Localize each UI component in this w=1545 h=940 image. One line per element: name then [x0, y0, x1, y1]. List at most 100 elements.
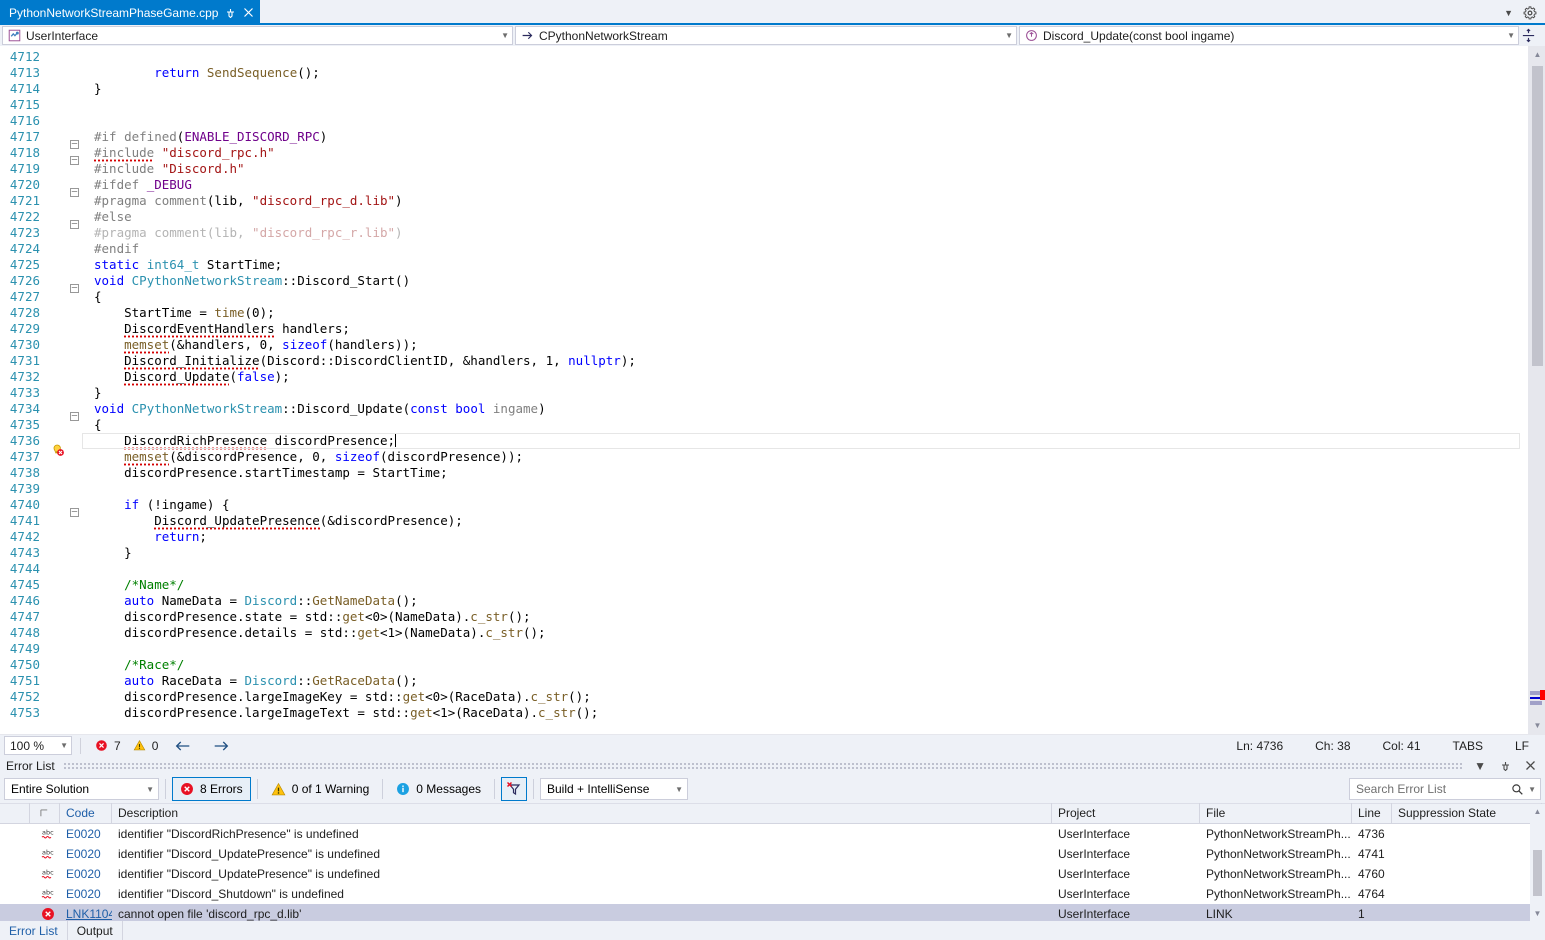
row-code-cell[interactable]: E0020	[60, 824, 112, 844]
document-tab-active[interactable]: PythonNetworkStreamPhaseGame.cpp	[0, 0, 261, 25]
code-line[interactable]: 4737 memset(&discordPresence, 0, sizeof(…	[0, 449, 1528, 466]
code-line[interactable]: 4738 discordPresence.startTimestamp = St…	[0, 465, 1528, 481]
chevron-down-icon[interactable]: ▼	[1001, 31, 1013, 40]
code-line[interactable]: 4735 {	[0, 417, 1528, 433]
table-row[interactable]: abc E0020 identifier "Discord_UpdatePresen…	[0, 864, 1530, 884]
close-icon[interactable]	[1522, 760, 1539, 771]
code-line[interactable]: 4728 StartTime = time(0);	[0, 305, 1528, 321]
code-line[interactable]: 4733}	[0, 385, 1528, 401]
code-line[interactable]: 4732 Discord_Update(false);	[0, 369, 1528, 386]
code-line[interactable]: 4746 auto NameData = Discord::GetNameDat…	[0, 593, 1528, 609]
chevron-down-icon[interactable]: ▼	[1503, 31, 1515, 40]
navigate-forward-button[interactable]	[202, 739, 240, 753]
column-header-description[interactable]: Description	[112, 803, 1052, 824]
code-line[interactable]: 4720– #ifdef _DEBUG	[0, 177, 1528, 197]
code-line[interactable]: 4712	[0, 49, 1528, 65]
editor-vertical-scrollbar[interactable]: ▲ ▼	[1528, 46, 1545, 734]
search-icon[interactable]	[1511, 783, 1524, 796]
code-line[interactable]: 4745 /*Name*/	[0, 577, 1528, 593]
chevron-down-icon[interactable]: ▼	[675, 785, 683, 794]
table-row[interactable]: LNK1104 cannot open file 'discord_rpc_d.l…	[0, 903, 1530, 921]
column-header-project[interactable]: Project	[1052, 803, 1200, 824]
error-list-scrollbar[interactable]: ▲ ▼	[1530, 803, 1545, 921]
chevron-down-icon[interactable]: ▼	[1528, 785, 1536, 794]
pin-icon[interactable]	[1497, 760, 1514, 772]
table-row[interactable]: abc E0020 identifier "Discord_UpdatePresen…	[0, 844, 1530, 864]
chevron-down-icon[interactable]: ▼	[1504, 8, 1513, 18]
warnings-filter-toggle[interactable]: 0 of 1 Warning	[264, 777, 377, 801]
code-line[interactable]: 4716	[0, 113, 1528, 129]
code-line[interactable]: 4739	[0, 481, 1528, 497]
code-line[interactable]: 4747 discordPresence.state = std::get<0>…	[0, 609, 1528, 625]
code-line[interactable]: 4753 discordPresence.largeImageText = st…	[0, 705, 1528, 721]
code-editor[interactable]: 4712 4713 return SendSequence(); 4714} 4715…	[0, 46, 1528, 734]
code-line[interactable]: 4743 }	[0, 545, 1528, 561]
column-header-icon[interactable]	[30, 803, 60, 824]
build-filter-dropdown[interactable]: Build + IntelliSense ▼	[540, 778, 688, 801]
code-line[interactable]: 4741 Discord_UpdatePresence(&discordPres…	[0, 513, 1528, 530]
split-view-icon[interactable]	[1521, 28, 1539, 43]
navbar-member-dropdown[interactable]: Discord_Update(const bool ingame) ▼	[1019, 26, 1519, 45]
code-line[interactable]: 4731 Discord_Initialize(Discord::Discord…	[0, 353, 1528, 370]
code-line[interactable]: 4717– #if defined(ENABLE_DISCORD_RPC)	[0, 129, 1528, 149]
panel-tab-error-list[interactable]: Error List	[0, 921, 68, 940]
code-line[interactable]: 4736 DiscordRichPresence discordPresence…	[0, 433, 1528, 456]
code-line[interactable]: 4734– void CPythonNetworkStream::Discord_…	[0, 401, 1528, 421]
code-line[interactable]: 4713 return SendSequence();	[0, 65, 1528, 81]
column-header-suppression[interactable]: Suppression State	[1392, 803, 1542, 824]
code-line[interactable]: 4714}	[0, 81, 1528, 97]
chevron-down-icon[interactable]: ▼	[497, 31, 509, 40]
row-code-cell[interactable]: LNK1104	[60, 904, 112, 921]
code-line[interactable]: 4724 #endif	[0, 241, 1528, 257]
table-row[interactable]: abc E0020 identifier "DiscordRichPresence"…	[0, 824, 1530, 844]
code-line[interactable]: 4719 #include "Discord.h"	[0, 161, 1528, 177]
code-line[interactable]: 4722– #else	[0, 209, 1528, 229]
row-code-cell[interactable]: E0020	[60, 844, 112, 864]
scroll-up-icon[interactable]: ▲	[1530, 804, 1545, 819]
column-header-select[interactable]	[0, 803, 30, 824]
messages-filter-toggle[interactable]: 0 Messages	[389, 777, 488, 801]
search-error-list-input[interactable]: Search Error List ▼	[1349, 778, 1541, 801]
code-line[interactable]: 4723 #pragma comment(lib, "discord_rpc_r.…	[0, 225, 1528, 241]
row-code-cell[interactable]: E0020	[60, 884, 112, 904]
scroll-down-icon[interactable]: ▼	[1530, 906, 1545, 921]
code-line[interactable]: 4752 discordPresence.largeImageKey = std…	[0, 689, 1528, 705]
column-header-code[interactable]: Code	[60, 803, 112, 824]
code-line[interactable]: 4727 {	[0, 289, 1528, 305]
chevron-down-icon[interactable]: ▼	[1471, 759, 1489, 773]
status-error-count[interactable]: 7	[89, 739, 127, 753]
code-line[interactable]: 4729 DiscordEventHandlers handlers;	[0, 321, 1528, 338]
code-line[interactable]: 4750 /*Race*/	[0, 657, 1528, 673]
code-line[interactable]: 4715	[0, 97, 1528, 113]
scroll-down-icon[interactable]: ▼	[1529, 717, 1545, 734]
code-line[interactable]: 4721 #pragma comment(lib, "discord_rpc_d.…	[0, 193, 1528, 209]
navbar-class-dropdown[interactable]: CPythonNetworkStream ▼	[515, 26, 1017, 45]
code-line[interactable]: 4740– if (!ingame) {	[0, 497, 1528, 517]
code-line[interactable]: 4748 discordPresence.details = std::get<…	[0, 625, 1528, 641]
code-line[interactable]: 4742 return;	[0, 529, 1528, 545]
code-line[interactable]: 4730 memset(&handlers, 0, sizeof(handler…	[0, 337, 1528, 354]
code-line[interactable]: 4749	[0, 641, 1528, 657]
chevron-down-icon[interactable]: ▼	[60, 741, 68, 750]
zoom-level-dropdown[interactable]: 100 % ▼	[4, 736, 72, 755]
drag-grip[interactable]	[62, 762, 1464, 770]
scrollbar-thumb[interactable]	[1533, 849, 1542, 896]
navbar-project-dropdown[interactable]: UserInterface ▼	[2, 26, 513, 45]
code-line[interactable]: 4718– #include "discord_rpc.h"	[0, 145, 1528, 165]
column-header-line[interactable]: Line	[1352, 803, 1392, 824]
navigate-backward-button[interactable]	[164, 739, 202, 753]
row-code-cell[interactable]: E0020	[60, 864, 112, 884]
table-row[interactable]: abc E0020 identifier "Discord_Shutdown" is…	[0, 884, 1530, 904]
code-line[interactable]: 4744	[0, 561, 1528, 577]
code-line[interactable]: 4725 static int64_t StartTime;	[0, 257, 1528, 273]
clear-filter-icon[interactable]	[501, 777, 527, 802]
pin-icon[interactable]	[225, 7, 236, 18]
panel-tab-output[interactable]: Output	[68, 921, 123, 940]
status-warning-count[interactable]: 0	[127, 739, 165, 753]
chevron-down-icon[interactable]: ▼	[146, 785, 154, 794]
code-line[interactable]: 4726– void CPythonNetworkStream::Discord_…	[0, 273, 1528, 293]
close-icon[interactable]	[243, 7, 254, 18]
column-header-file[interactable]: File	[1200, 803, 1352, 824]
scope-dropdown[interactable]: Entire Solution ▼	[4, 778, 159, 801]
gear-icon[interactable]	[1523, 5, 1537, 20]
